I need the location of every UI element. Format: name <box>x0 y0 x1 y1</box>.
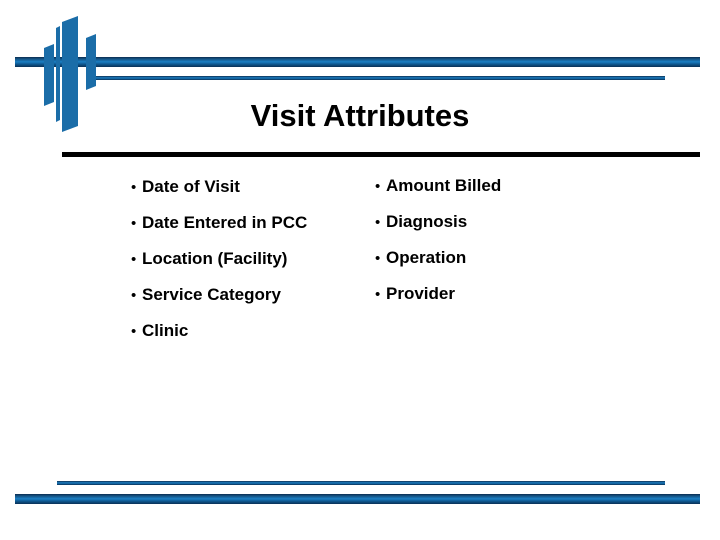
bullet-dot-icon: • <box>375 286 381 303</box>
bullet-label: Date of Visit <box>142 177 240 196</box>
title-divider <box>62 152 700 157</box>
bullet-label: Service Category <box>142 285 281 304</box>
bullet-label: Provider <box>386 284 455 303</box>
bullet-dot-icon: • <box>375 178 381 195</box>
list-item: • Operation <box>375 249 655 285</box>
list-item: • Provider <box>375 285 655 321</box>
bullet-label: Amount Billed <box>386 176 502 195</box>
bullet-dot-icon: • <box>375 250 381 267</box>
bullet-column-right: • Amount Billed • Diagnosis • Operation … <box>375 177 655 321</box>
bottom-thin-accent-bar <box>57 481 665 485</box>
list-item: • Date Entered in PCC <box>131 214 381 250</box>
bullet-dot-icon: • <box>131 251 137 268</box>
list-item: • Location (Facility) <box>131 250 381 286</box>
top-thin-accent-bar <box>86 76 665 80</box>
bullet-dot-icon: • <box>131 287 137 304</box>
list-item: • Date of Visit <box>131 178 381 214</box>
bullet-label: Clinic <box>142 321 189 340</box>
bullet-dot-icon: • <box>131 215 137 232</box>
list-item: • Clinic <box>131 322 381 358</box>
list-item: • Service Category <box>131 286 381 322</box>
slide-canvas: Visit Attributes • Date of Visit • Date … <box>0 0 720 540</box>
bullet-dot-icon: • <box>131 179 137 196</box>
bullet-dot-icon: • <box>131 323 137 340</box>
bullet-label: Location (Facility) <box>142 249 288 268</box>
bottom-thick-accent-bar <box>15 494 700 504</box>
bullet-label: Diagnosis <box>386 212 468 231</box>
top-thick-accent-bar <box>15 57 700 67</box>
list-item: • Amount Billed <box>375 177 655 213</box>
list-item: • Diagnosis <box>375 213 655 249</box>
bullet-label: Date Entered in PCC <box>142 213 308 232</box>
bullet-label: Operation <box>386 248 467 267</box>
page-title: Visit Attributes <box>250 98 470 133</box>
bullet-dot-icon: • <box>375 214 381 231</box>
bullet-column-left: • Date of Visit • Date Entered in PCC • … <box>131 178 381 358</box>
